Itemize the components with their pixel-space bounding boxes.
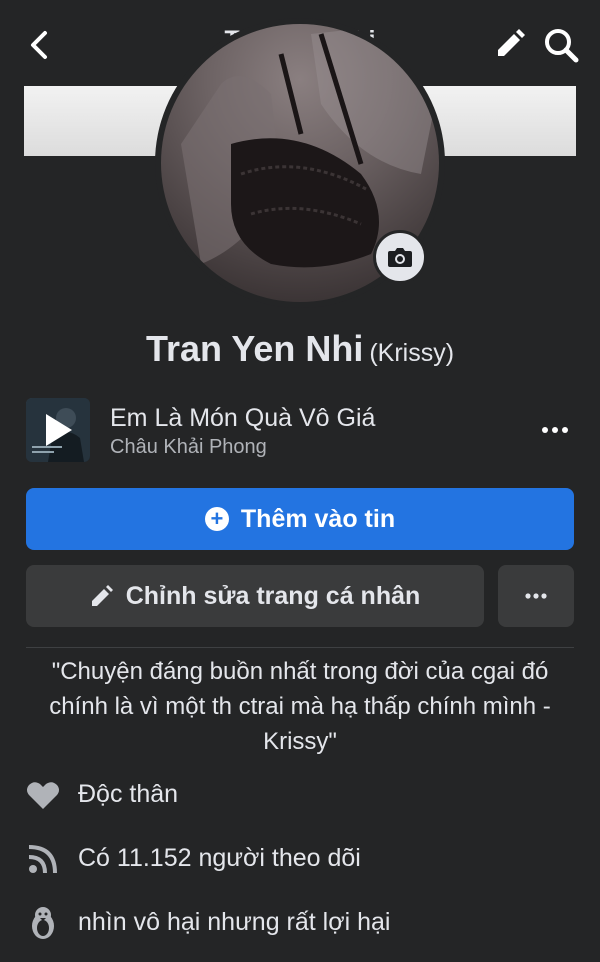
profile-page: Tran Yen Nhi (Krissy) Em Là Món Quà Vô G… xyxy=(0,0,600,962)
profile-bio: "Chuyện đáng buồn nhất trong đời của cga… xyxy=(49,658,551,755)
profile-name-row: Tran Yen Nhi (Krissy) xyxy=(0,328,600,370)
detail-custom: nhìn vô hại nhưng rất lợi hại xyxy=(26,904,576,944)
edit-profile-button[interactable]: Chỉnh sửa trang cá nhân xyxy=(26,565,484,627)
edit-button[interactable] xyxy=(492,26,528,62)
pencil-icon xyxy=(91,585,113,606)
search-button[interactable] xyxy=(542,26,580,64)
penguin-icon xyxy=(26,906,60,940)
section-divider xyxy=(26,647,574,648)
music-artist: Châu Khải Phong xyxy=(110,436,267,458)
add-to-story-button[interactable]: + Thêm vào tin xyxy=(26,488,574,550)
heart-icon xyxy=(26,778,60,812)
followers-count: Có 11.152 người theo dõi xyxy=(78,844,361,872)
more-options-button[interactable] xyxy=(498,565,574,627)
edit-profile-label: Chỉnh sửa trang cá nhân xyxy=(125,581,421,610)
back-button[interactable] xyxy=(24,28,54,62)
more-horizontal-icon xyxy=(525,593,547,599)
change-photo-button[interactable] xyxy=(373,230,427,284)
music-title: Em Là Món Quà Vô Giá xyxy=(110,404,376,432)
add-to-story-label: Thêm vào tin xyxy=(240,504,396,533)
relationship-status: Độc thân xyxy=(78,780,179,808)
music-options-button[interactable] xyxy=(540,418,570,442)
alternate-name: (Krissy) xyxy=(369,339,455,367)
custom-detail-text: nhìn vô hại nhưng rất lợi hại xyxy=(78,908,391,936)
profile-music[interactable]: Em Là Món Quà Vô Giá Châu Khải Phong xyxy=(26,398,576,464)
plus-circle-icon: + xyxy=(204,507,229,531)
rss-icon xyxy=(26,842,60,876)
detail-relationship: Độc thân xyxy=(26,776,576,816)
music-album-art[interactable] xyxy=(26,398,90,462)
detail-followers[interactable]: Có 11.152 người theo dõi xyxy=(26,840,576,880)
play-icon xyxy=(46,414,72,446)
chevron-left-icon xyxy=(31,31,47,59)
search-icon xyxy=(545,29,579,63)
pencil-icon xyxy=(498,29,525,56)
profile-name: Tran Yen Nhi xyxy=(145,328,364,369)
more-horizontal-icon xyxy=(542,427,568,433)
camera-icon xyxy=(388,248,412,267)
